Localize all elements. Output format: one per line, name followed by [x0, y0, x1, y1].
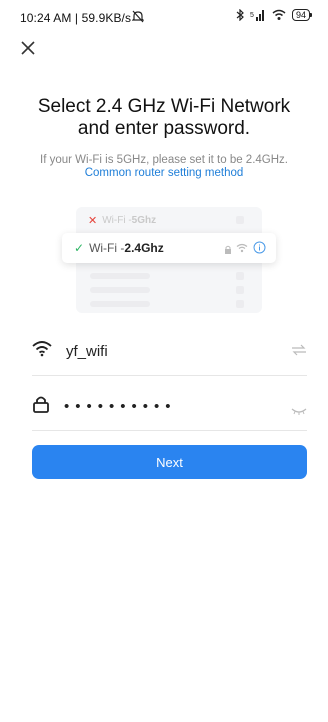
password-value: ••••••••••	[64, 397, 177, 415]
illus-lock-icon	[224, 243, 232, 257]
wifi-name-field[interactable]: yf_wifi	[32, 327, 307, 376]
illus-5ghz-prefix: Wi-Fi -	[102, 214, 132, 226]
router-setting-link[interactable]: Common router setting method	[0, 166, 328, 181]
title-line-2: and enter password.	[77, 118, 251, 139]
status-time-speed: 10:24 AM | 59.9KB/s	[20, 11, 132, 25]
bluetooth-icon	[236, 9, 244, 21]
svg-text:5: 5	[250, 12, 254, 19]
illus-row-24ghz: ✓ Wi-Fi - 2.4Ghz	[62, 233, 276, 263]
wifi-name-value: yf_wifi	[66, 342, 108, 360]
wifi-icon	[32, 340, 52, 362]
illus-row-5ghz: ✕ Wi-Fi - 5Ghz	[76, 210, 262, 230]
info-icon	[253, 241, 266, 257]
illus-placeholder-icon	[236, 286, 244, 294]
illus-placeholder-icon	[236, 300, 244, 308]
lock-icon	[32, 395, 50, 418]
illus-placeholder-bar	[90, 273, 150, 279]
illus-24ghz-prefix: Wi-Fi -	[89, 241, 125, 255]
check-icon: ✓	[74, 241, 85, 255]
close-icon	[21, 41, 35, 55]
illus-placeholder-icon	[236, 272, 244, 280]
illus-placeholder-bar	[90, 287, 150, 293]
illus-24ghz-band: 2.4Ghz	[124, 241, 164, 255]
signal-icon: 5	[250, 9, 266, 21]
eye-closed-icon[interactable]	[291, 402, 307, 420]
mute-icon	[131, 10, 145, 26]
password-field[interactable]: ••••••••••	[32, 382, 307, 431]
wifi-status-icon	[272, 9, 286, 21]
switch-network-icon[interactable]	[291, 343, 307, 361]
illus-5ghz-band: 5Ghz	[131, 214, 157, 226]
close-button[interactable]	[19, 39, 37, 57]
illus-placeholder-bar	[90, 301, 150, 307]
illus-wifi-icon	[236, 242, 248, 256]
battery-indicator: 94	[291, 9, 313, 21]
page-title: Select 2.4 GHz Wi-Fi Network and enter p…	[0, 96, 328, 140]
next-button[interactable]: Next	[32, 445, 307, 479]
cross-icon: ✕	[88, 214, 98, 227]
illus-placeholder-icon	[236, 216, 244, 224]
title-line-1: Select 2.4 GHz Wi-Fi Network	[37, 96, 291, 117]
status-bar: 10:24 AM | 59.9KB/s 5 94	[0, 0, 328, 34]
